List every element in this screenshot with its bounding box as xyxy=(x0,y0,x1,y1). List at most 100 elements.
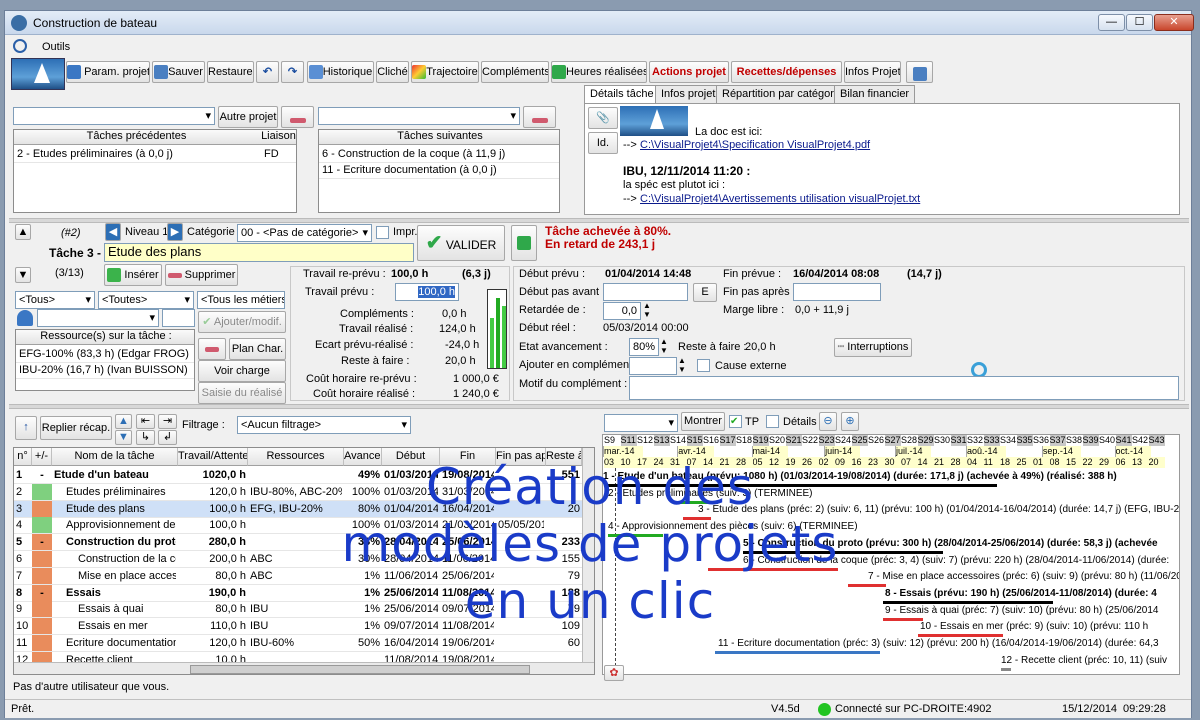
trajectory-button[interactable]: Trajectoire xyxy=(411,61,479,83)
up-arrow-icon[interactable]: ↑ xyxy=(15,416,37,440)
task-down-icon[interactable]: ▼ xyxy=(15,267,31,283)
gantt-bar[interactable] xyxy=(715,651,880,654)
horizontal-scrollbar[interactable] xyxy=(14,662,594,674)
next-project-select[interactable]: ▾ xyxy=(318,107,520,125)
hours-button[interactable]: Heures réalisées xyxy=(551,61,647,83)
redo-icon[interactable]: ↷ xyxy=(281,61,304,83)
external-cause-checkbox[interactable] xyxy=(697,359,710,372)
complement-reason-input[interactable] xyxy=(629,376,1179,400)
resource-row[interactable]: IBU-20% (16,7 h) (Ivan BUISSON) xyxy=(16,362,194,379)
zoom-in-icon[interactable]: ⊕ xyxy=(841,412,859,431)
header-col-toggle[interactable]: +/- xyxy=(32,448,52,466)
resource-row[interactable]: EFG-100% (83,3 h) (Edgar FROG) xyxy=(16,346,194,363)
header-col-work[interactable]: Travail/Attente xyxy=(178,448,248,466)
gantt-bar[interactable] xyxy=(848,584,886,588)
print-checkbox[interactable] xyxy=(376,226,389,239)
header-col-num[interactable]: n° xyxy=(14,448,32,466)
header-col-progress[interactable]: Avancement xyxy=(344,448,382,466)
income-button[interactable]: Recettes/dépenses xyxy=(731,61,842,83)
show-button[interactable]: Montrer xyxy=(681,412,725,431)
insert-button[interactable]: Insérer xyxy=(104,264,162,286)
delete-button[interactable]: Supprimer xyxy=(165,264,238,286)
gantt-bar[interactable] xyxy=(1001,667,1011,671)
remove-next-button[interactable] xyxy=(523,106,556,128)
collapse-icon[interactable]: ↲ xyxy=(158,430,177,445)
history-button[interactable]: Historique xyxy=(307,61,374,83)
gantt-bar[interactable] xyxy=(883,617,923,621)
indent-icon[interactable]: ⇥ xyxy=(158,414,177,429)
complement-spinner[interactable]: ▲ ▼ xyxy=(678,356,686,374)
tab-project-info[interactable]: Infos projet xyxy=(655,85,722,103)
actions-button[interactable]: Actions projet xyxy=(649,61,729,83)
remove-resource-button[interactable] xyxy=(198,338,226,360)
project-select[interactable]: ▾ xyxy=(13,107,215,125)
details-checkbox[interactable] xyxy=(766,415,779,428)
complement-input[interactable] xyxy=(629,357,677,375)
task-name-input[interactable]: Etude des plans xyxy=(104,243,414,262)
resource-select[interactable]: ▾ xyxy=(37,309,159,327)
gantt-bar[interactable] xyxy=(918,634,1003,638)
complements-button[interactable]: Compléments xyxy=(481,61,549,83)
close-button[interactable]: ✕ xyxy=(1154,14,1194,31)
splitter-top[interactable] xyxy=(9,218,1189,223)
collapse-button[interactable]: Replier récap. xyxy=(40,416,112,440)
filter-jobs-select[interactable]: <Tous les métiers> xyxy=(197,291,285,309)
prev-row[interactable]: 2 - Etudes préliminaires (à 0,0 j) FD xyxy=(14,146,296,163)
tab-finance[interactable]: Bilan financier xyxy=(834,85,916,103)
attach-icon[interactable]: 📎 xyxy=(588,107,618,129)
filter-all2-select[interactable]: <Toutes> ▾ xyxy=(98,291,194,309)
gantt-select[interactable]: ▾ xyxy=(604,414,678,432)
save-button[interactable]: Sauver xyxy=(152,61,205,83)
level-right-icon[interactable]: ▶ xyxy=(167,223,183,241)
outdent-icon[interactable]: ⇤ xyxy=(136,414,155,429)
id-button[interactable]: Id. xyxy=(588,132,618,154)
delay-spinner[interactable]: ▲ ▼ xyxy=(643,301,651,319)
filter-all-select[interactable]: <Tous> ▾ xyxy=(15,291,95,309)
move-up-icon[interactable]: ▲ xyxy=(115,414,132,429)
snapshot-button[interactable]: Cliché xyxy=(376,61,409,83)
planned-work-input[interactable]: 100,0 h xyxy=(395,283,459,301)
menu-tools[interactable]: Outils xyxy=(42,41,70,53)
project-info-button[interactable]: Infos Projet xyxy=(844,61,901,83)
tp-checkbox[interactable]: ✔ xyxy=(729,415,742,428)
splitter-mid[interactable] xyxy=(9,404,1189,409)
gantt-tool-icon[interactable]: ✿ xyxy=(604,665,624,681)
next-row[interactable]: 11 - Ecriture documentation (à 0,0 j) xyxy=(319,162,559,179)
undo-icon[interactable]: ↶ xyxy=(256,61,279,83)
level-left-icon[interactable]: ◀ xyxy=(105,223,121,241)
task-up-icon[interactable]: ▲ xyxy=(15,224,31,240)
refresh-icon[interactable] xyxy=(511,225,537,261)
add-modify-button[interactable]: ✔ Ajouter/modif. xyxy=(198,311,286,333)
e-button[interactable]: E xyxy=(693,283,717,302)
zoom-out-icon[interactable]: ⊖ xyxy=(819,412,837,431)
enter-actuals-button[interactable]: Saisie du réalisé xyxy=(198,382,286,404)
expand-icon[interactable]: ↳ xyxy=(136,430,155,445)
progress-input[interactable]: 80% xyxy=(629,338,659,356)
interruptions-button[interactable]: ┅ Interruptions xyxy=(834,338,912,357)
param-project-button[interactable]: Param. projet xyxy=(66,61,150,83)
remove-prev-button[interactable] xyxy=(281,106,314,128)
resource-percent-input[interactable] xyxy=(162,309,195,327)
tab-category[interactable]: Répartition par catégorie xyxy=(716,85,849,103)
minimize-button[interactable]: — xyxy=(1098,14,1125,31)
start-not-before-input[interactable] xyxy=(603,283,688,301)
progress-spinner[interactable]: ▲ ▼ xyxy=(660,337,668,355)
maximize-button[interactable]: ☐ xyxy=(1126,14,1153,31)
tab-task-details[interactable]: Détails tâche xyxy=(584,85,660,104)
gantt-bar[interactable] xyxy=(883,600,1053,604)
move-down-icon[interactable]: ▼ xyxy=(115,430,132,445)
category-select[interactable]: 00 - <Pas de catégorie> ▾ xyxy=(237,224,372,242)
restore-button[interactable]: Restaurer xyxy=(207,61,254,83)
validate-button[interactable]: ✔ VALIDER xyxy=(417,225,505,261)
view-load-button[interactable]: Voir charge xyxy=(198,360,286,382)
doc-link[interactable]: C:\VisualProjet4\Specification VisualPro… xyxy=(640,139,870,151)
header-col-name[interactable]: Nom de la tâche xyxy=(52,448,178,466)
print-icon[interactable] xyxy=(906,61,933,83)
table-row[interactable]: 11 Ecriture documentation 120,0 h IBU-60% 50… xyxy=(14,635,582,652)
end-not-after-input[interactable] xyxy=(793,283,881,301)
header-col-resources[interactable]: Ressources xyxy=(248,448,344,466)
next-row[interactable]: 6 - Construction de la coque (à 11,9 j) xyxy=(319,146,559,163)
filter-select[interactable]: <Aucun filtrage> ▾ xyxy=(237,416,411,434)
other-project-button[interactable]: Autre projet xyxy=(218,106,278,128)
warning-link[interactable]: C:\VisualProjet4\Avertissements utilisat… xyxy=(640,193,920,205)
